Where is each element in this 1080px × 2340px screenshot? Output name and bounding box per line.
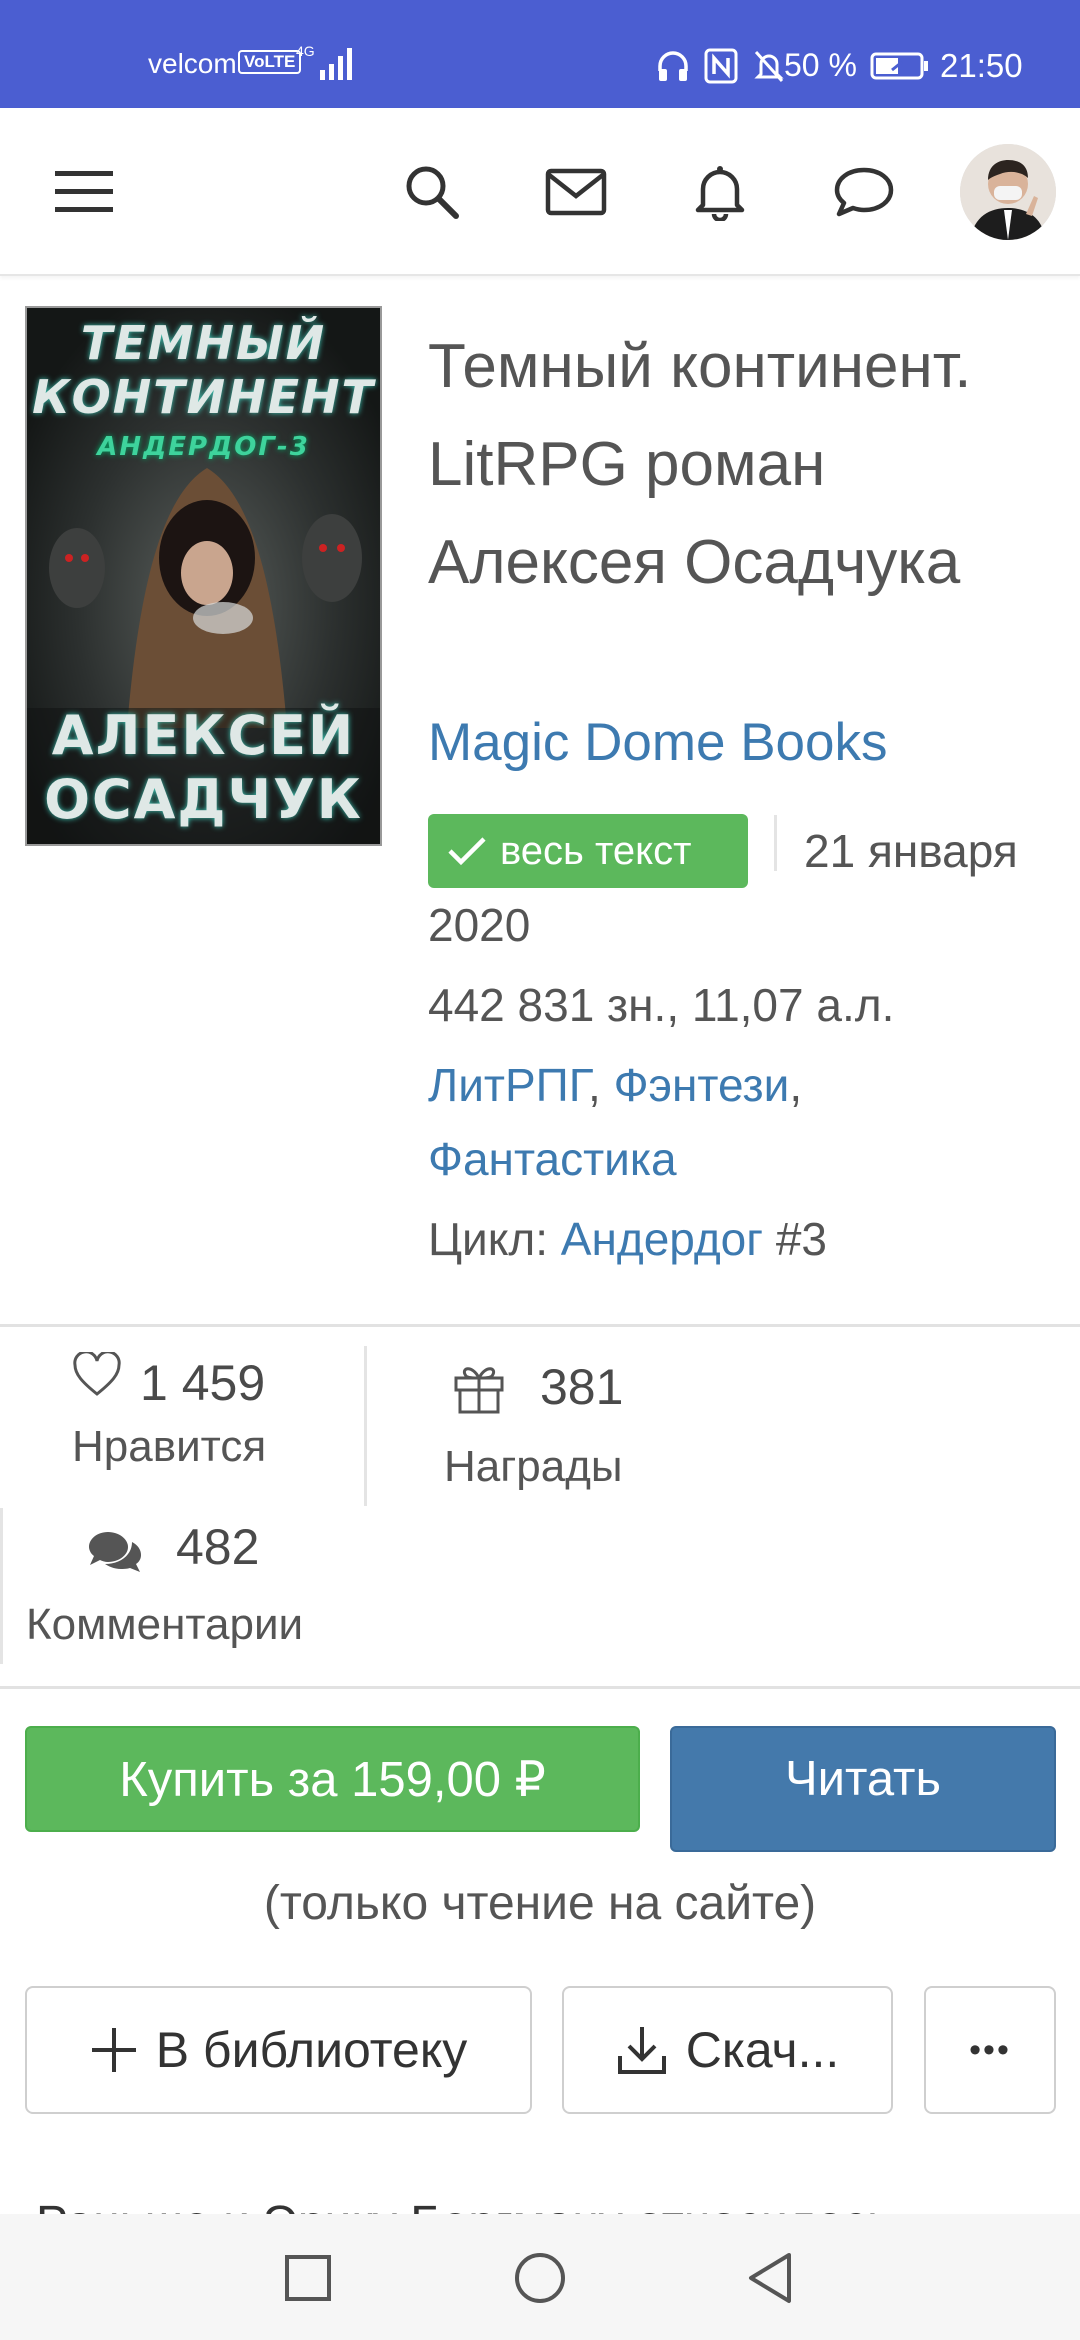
book-size: 442 831 зн., 11,07 а.л.: [428, 979, 895, 1031]
buy-button[interactable]: Купить за 159,00 ₽: [25, 1726, 640, 1832]
chat-icon[interactable]: [816, 144, 912, 240]
cover-title-line2: КОНТИНЕНТ: [32, 370, 375, 424]
divider: [0, 1686, 1080, 1689]
download-icon: [617, 2027, 666, 2074]
bell-icon[interactable]: [672, 144, 768, 240]
mute-icon: [754, 50, 784, 83]
add-to-library-label: В библиотеку: [155, 2022, 468, 2078]
recent-apps-icon[interactable]: [268, 2238, 348, 2318]
read-note: (только чтение на сайте): [263, 1877, 817, 1930]
comments-label: Комментарии: [26, 1600, 304, 1649]
home-icon[interactable]: [500, 2238, 580, 2318]
search-icon[interactable]: [384, 144, 480, 240]
publisher-link[interactable]: Magic Dome Books: [428, 712, 888, 773]
awards-count: 381: [540, 1359, 624, 1415]
status-bar: velcom VoLTE 4G 50 % 21:50: [0, 0, 1080, 108]
clock: 21:50: [940, 47, 1023, 84]
genre-link[interactable]: Фэнтези: [614, 1059, 790, 1111]
divider: [0, 1508, 3, 1664]
cycle-label: Цикл:: [428, 1213, 548, 1265]
publish-date-day: 21 января: [804, 825, 1018, 877]
check-icon: [448, 837, 486, 866]
add-to-library-button[interactable]: В библиотеку: [25, 1986, 532, 2114]
download-label: Скач...: [685, 2022, 840, 2078]
more-options-button[interactable]: •••: [924, 1986, 1056, 2114]
headphones-icon: [658, 51, 688, 81]
genres-line: Фантастика: [428, 1132, 677, 1186]
genre-link[interactable]: Фантастика: [428, 1133, 677, 1185]
carrier-name: velcom: [148, 48, 237, 79]
likes-label: Нравится: [72, 1422, 267, 1471]
cover-title-line1: ТЕМНЫЙ: [80, 316, 327, 370]
app-header: [0, 108, 1080, 276]
avatar[interactable]: [960, 144, 1056, 240]
publish-date-year: 2020: [428, 899, 531, 951]
signal-icon: [320, 48, 352, 80]
cycle-link[interactable]: Андердог: [561, 1213, 763, 1265]
volte-badge: VoLTE: [238, 50, 302, 74]
comments-count: 482: [176, 1519, 260, 1575]
genre-link[interactable]: ЛитРПГ: [428, 1059, 588, 1111]
plus-icon: [91, 2028, 136, 2072]
download-button[interactable]: Скач...: [562, 1986, 893, 2114]
comments-icon[interactable]: [86, 1528, 144, 1576]
more-icon: •••: [969, 2030, 1011, 2069]
heart-icon[interactable]: [72, 1352, 122, 1398]
status-badge: весь текст: [428, 814, 748, 888]
book-title: Темный континент. LitRPG роман Алексея О…: [428, 332, 972, 597]
awards-label: Награды: [444, 1442, 623, 1491]
cover-author-line2: ОСАДЧУК: [44, 768, 363, 831]
cover-series: АНДЕРДОГ-3: [97, 432, 310, 462]
cycle-number: #3: [775, 1213, 827, 1265]
navigation-bar: [0, 2214, 1080, 2340]
gift-icon[interactable]: [452, 1360, 506, 1414]
nfc-icon: [704, 48, 738, 84]
genres-line: ЛитРПГ, Фэнтези,: [428, 1059, 803, 1111]
mail-icon[interactable]: [528, 144, 624, 240]
back-icon[interactable]: [730, 2238, 810, 2318]
battery-icon: [870, 52, 928, 80]
read-button[interactable]: Читать: [670, 1726, 1056, 1852]
menu-icon[interactable]: [36, 144, 132, 240]
book-cover[interactable]: ТЕМНЫЙ КОНТИНЕНТ АНДЕРДОГ-3 АЛЕКСЕЙ ОСАД…: [25, 306, 382, 846]
network-type: 4G: [296, 43, 315, 59]
status-badge-label: весь текст: [500, 828, 692, 873]
divider: [774, 815, 777, 871]
divider: [364, 1346, 367, 1506]
cycle-info: Цикл: Андердог #3: [428, 1212, 827, 1266]
battery-percent: 50 %: [784, 47, 857, 83]
divider: [0, 1324, 1080, 1327]
likes-count: 1 459: [140, 1355, 266, 1411]
cover-author-line1: АЛЕКСЕЙ: [51, 704, 356, 767]
